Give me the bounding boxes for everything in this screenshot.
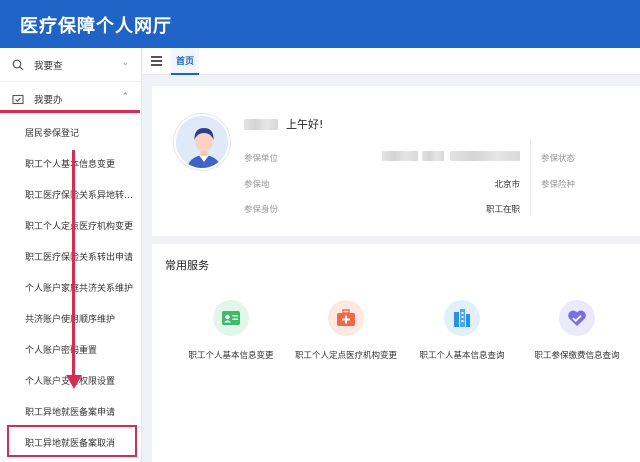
app-title: 医疗保障个人网厅 [20, 16, 172, 37]
redacted-value [382, 151, 418, 161]
field-label: 参保地 [244, 180, 270, 190]
redacted-value [422, 151, 444, 161]
section-title: 常用服务 [165, 259, 209, 272]
field-label: 参保险种 [541, 180, 576, 190]
annotation-arrow-head [66, 375, 82, 389]
redacted-name [244, 118, 278, 130]
sidebar-item[interactable]: 居民参保登记 [0, 117, 141, 148]
sidebar-item[interactable]: 职工个人基本信息变更 [0, 148, 141, 179]
service-label: 职工个人定点医疗机构变更 [294, 351, 397, 361]
common-services-card: 常用服务 职工个人基本信息变更 职工个人定点医疗机构变更 职工个人基本信息查询 … [152, 244, 640, 462]
annotation-arrow [72, 150, 75, 385]
tab-home[interactable]: 首页 [171, 48, 200, 75]
sidebar-item[interactable]: 职工医疗保险关系转出申请 [0, 241, 141, 272]
menu-group-query[interactable]: 我要查 ⌄ [0, 48, 141, 81]
service-label: 职工个人基本信息查询 [419, 351, 505, 361]
annotation-underline [0, 110, 140, 113]
chevron-up-icon: ⌃ [121, 92, 129, 102]
folder-check-icon [12, 93, 24, 105]
field-label: 参保身份 [244, 205, 279, 215]
field-value: 北京市 [494, 180, 520, 190]
redacted-value [450, 151, 520, 161]
heart-check-icon [559, 300, 595, 336]
service-item[interactable]: 职工个人基本信息查询 [402, 300, 522, 361]
sidebar-item[interactable]: 共济账户使用顺序维护 [0, 303, 141, 334]
field-label: 参保状态 [541, 154, 576, 164]
menu-group-label: 我要办 [34, 94, 63, 106]
search-icon [12, 59, 24, 71]
annotation-highlight-box [7, 425, 137, 457]
sidebar-item[interactable]: 职工个人定点医疗机构变更 [0, 210, 141, 241]
sidebar-item[interactable]: 职工医疗保险关系异地转… [0, 179, 141, 210]
service-label: 职工参保缴费信息查询 [534, 351, 620, 361]
sidebar-item[interactable]: 职工异地就医备案申请 [0, 396, 141, 427]
service-label: 职工个人基本信息变更 [188, 351, 274, 361]
field-value: 职工在职 [485, 205, 520, 215]
menu-toggle-icon[interactable] [151, 56, 162, 66]
menu-group-label: 我要查 [34, 60, 63, 72]
divider [530, 140, 531, 216]
sidebar-item[interactable]: 个人账户家庭共济关系维护 [0, 272, 141, 303]
service-item[interactable]: 职工个人基本信息变更 [171, 300, 291, 361]
greeting: 上午好! [286, 118, 324, 131]
service-item[interactable]: 职工参保缴费信息查询 [517, 300, 637, 361]
field-label: 参保单位 [244, 154, 279, 164]
top-header: 医疗保障个人网厅 [0, 0, 640, 48]
id-card-icon [213, 300, 249, 336]
sidebar-item[interactable]: 个人账户密码重置 [0, 334, 141, 365]
building-icon [444, 300, 480, 336]
avatar [174, 114, 230, 170]
user-info-card: 上午好! 参保单位 参保地 北京市 参保身份 职工在职 参保状态 参保险种 [152, 86, 640, 236]
medical-kit-icon [328, 300, 364, 336]
tab-bar: 首页 [143, 48, 640, 75]
chevron-down-icon: ⌄ [121, 58, 129, 68]
service-item[interactable]: 职工个人定点医疗机构变更 [286, 300, 406, 361]
